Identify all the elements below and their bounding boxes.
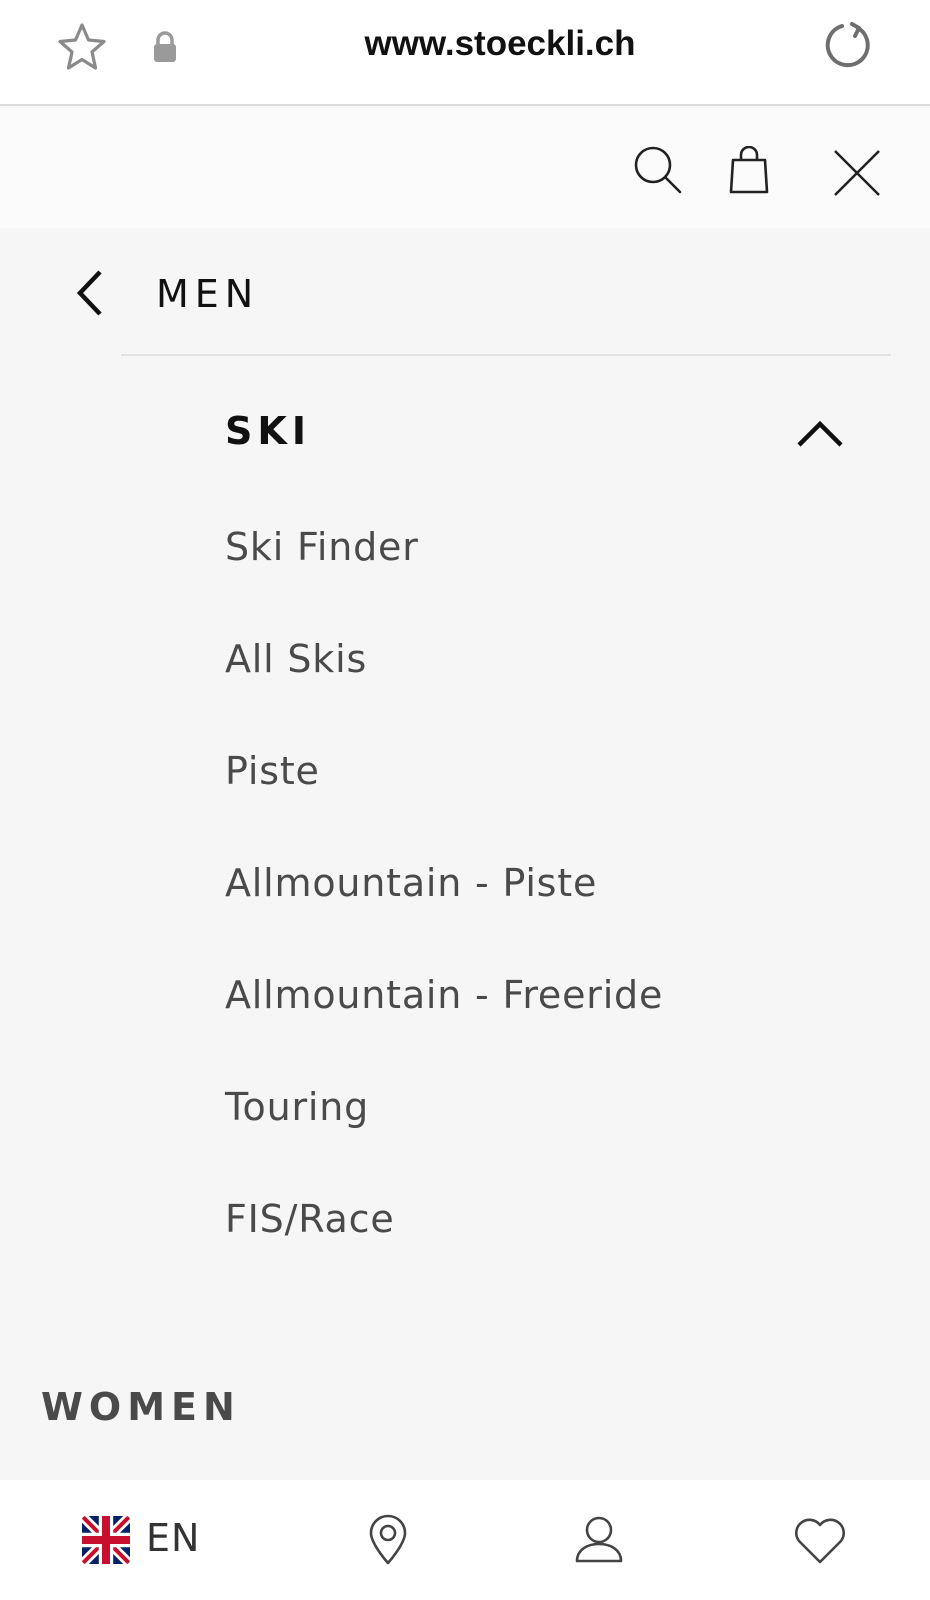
submenu-item-allmountain-freeride[interactable]: Allmountain - Freeride [225, 956, 865, 1068]
heart-icon[interactable] [792, 1516, 848, 1566]
submenu-item-all-skis[interactable]: All Skis [225, 620, 865, 732]
user-icon[interactable] [574, 1514, 624, 1564]
uk-flag-icon[interactable] [82, 1516, 130, 1564]
star-icon[interactable] [56, 22, 108, 72]
menu-title: MEN [156, 272, 260, 316]
submenu-item-allmountain-piste[interactable]: Allmountain - Piste [225, 844, 865, 956]
close-icon[interactable] [832, 148, 882, 198]
site-header [0, 108, 930, 228]
ski-submenu: Ski Finder All Skis Piste Allmountain - … [225, 508, 865, 1292]
browser-url-bar: www.stoeckli.ch [0, 0, 930, 106]
lock-icon [154, 31, 176, 62]
submenu-item-fis-race[interactable]: FIS/Race [225, 1180, 865, 1292]
submenu-item-ski-finder[interactable]: Ski Finder [225, 508, 865, 620]
url-text[interactable]: www.stoeckli.ch [320, 24, 680, 64]
menu-item-women[interactable]: WOMEN [41, 1385, 241, 1429]
divider [121, 354, 891, 356]
shopping-bag-icon[interactable] [728, 146, 770, 194]
submenu-item-touring[interactable]: Touring [225, 1068, 865, 1180]
chevron-up-icon[interactable] [795, 419, 845, 449]
back-arrow-icon[interactable] [72, 268, 108, 318]
section-ski-header[interactable]: SKI [225, 405, 865, 465]
section-label: SKI [225, 409, 311, 453]
location-pin-icon[interactable] [366, 1514, 410, 1566]
bottom-bar: EN [0, 1480, 930, 1600]
reload-icon[interactable] [822, 20, 874, 72]
menu-header: MEN [0, 228, 930, 356]
submenu-item-piste[interactable]: Piste [225, 732, 865, 844]
language-label[interactable]: EN [146, 1516, 200, 1560]
search-icon[interactable] [632, 144, 684, 196]
